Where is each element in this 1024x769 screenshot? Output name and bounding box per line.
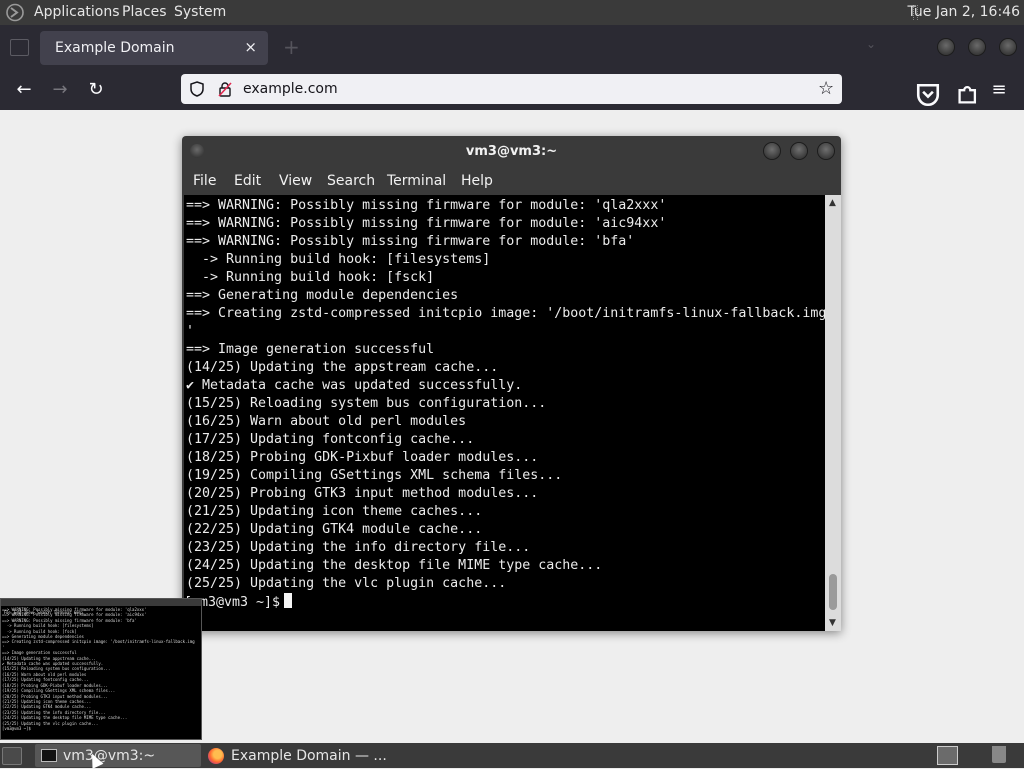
url-bar[interactable]: ☆ — [181, 74, 842, 104]
terminal-line: (16/25) Warn about old perl modules — [186, 414, 467, 429]
tab-close-icon[interactable]: × — [244, 38, 257, 56]
terminal-maximize-button[interactable] — [791, 143, 807, 159]
terminal-line: ==> WARNING: Possibly missing firmware f… — [186, 198, 667, 213]
close-window-button[interactable] — [1000, 39, 1016, 55]
terminal-line: (18/25) Probing GDK-Pixbuf loader module… — [186, 450, 539, 465]
tab-title: Example Domain — [55, 40, 175, 56]
taskbar-item-label: vm3@vm3:~ — [63, 748, 156, 764]
thumbnail-output: ==> WARNING: Possibly missing firmware f… — [2, 607, 195, 731]
terminal-line: ✔ Metadata cache was updated successfull… — [186, 378, 523, 393]
not-secure-lock-icon[interactable] — [218, 81, 232, 97]
browser-tab-bar: Example Domain × + ⌄ — [0, 25, 1024, 70]
back-icon[interactable]: ← — [11, 77, 37, 103]
browser-nav-bar: ← → ↻ ☆ ≡ — [0, 70, 1024, 110]
terminal-line: ==> WARNING: Possibly missing firmware f… — [186, 216, 667, 231]
url-input[interactable] — [243, 78, 783, 100]
bottom-taskbar: vm3@vm3:~ Example Domain — ... — [0, 743, 1024, 769]
terminal-line: (23/25) Updating the info directory file… — [186, 540, 531, 555]
scrollbar-thumb[interactable] — [829, 574, 837, 610]
menu-file[interactable]: File — [193, 173, 216, 189]
terminal-line: (25/25) Updating the vlc plugin cache... — [186, 576, 507, 591]
scroll-down-icon[interactable]: ▼ — [829, 618, 836, 628]
terminal-line: (20/25) Probing GTK3 input method module… — [186, 486, 539, 501]
terminal-line: (21/25) Updating icon theme caches... — [186, 504, 483, 519]
window-preview-thumbnail[interactable]: File Edit View Search Terminal Help ==> WARNI… — [0, 598, 202, 740]
list-all-tabs-icon[interactable]: ⌄ — [866, 37, 876, 51]
terminal-cursor — [284, 593, 293, 608]
thumbnail-menubar: File Edit View Search Terminal Help — [1, 599, 201, 615]
distro-logo-icon[interactable] — [5, 3, 25, 22]
maximize-window-button[interactable] — [969, 39, 985, 55]
menu-terminal[interactable]: Terminal — [387, 173, 446, 189]
thumbnail-line: ==> Creating zstd-compressed initcpio im… — [2, 639, 195, 645]
terminal-minimize-button[interactable] — [764, 143, 780, 159]
bookmark-star-icon[interactable]: ☆ — [818, 78, 834, 99]
terminal-output: ==> WARNING: Possibly missing firmware f… — [186, 197, 825, 593]
terminal-menubar: File Edit View Search Terminal Help — [182, 167, 841, 195]
terminal-close-button[interactable] — [818, 143, 834, 159]
forward-icon[interactable]: → — [47, 77, 73, 103]
app-menu-icon[interactable]: ≡ — [986, 77, 1012, 103]
tab-example-domain[interactable]: Example Domain × — [40, 31, 268, 65]
shield-icon[interactable] — [190, 81, 204, 97]
terminal-screen[interactable]: ==> WARNING: Possibly missing firmware f… — [184, 195, 825, 631]
firefox-icon — [208, 748, 224, 764]
tab-overview-icon[interactable] — [10, 39, 29, 56]
terminal-line: (24/25) Updating the desktop file MIME t… — [186, 558, 603, 573]
show-desktop-icon[interactable] — [2, 747, 22, 765]
menu-help[interactable]: Help — [461, 173, 493, 189]
terminal-line: (22/25) Updating GTK4 module cache... — [186, 522, 483, 537]
taskbar-item-label: Example Domain — ... — [231, 748, 387, 764]
minimize-window-button[interactable] — [938, 39, 954, 55]
extensions-icon[interactable] — [955, 81, 981, 107]
terminal-icon — [41, 749, 57, 762]
new-tab-icon[interactable]: + — [283, 35, 300, 59]
menu-search[interactable]: Search — [327, 173, 375, 189]
system-menu[interactable]: System — [174, 4, 226, 20]
terminal-line: -> Running build hook: [filesystems] — [186, 252, 491, 267]
clock[interactable]: Tue Jan 2, 16:46 — [907, 4, 1020, 20]
terminal-line: ==> Image generation successful — [186, 342, 435, 357]
menu-edit[interactable]: Edit — [234, 173, 261, 189]
terminal-line: (19/25) Compiling GSettings XML schema f… — [186, 468, 563, 483]
terminal-line: (14/25) Updating the appstream cache... — [186, 360, 499, 375]
terminal-line: ==> Generating module dependencies — [186, 288, 459, 303]
trash-icon[interactable] — [992, 746, 1006, 763]
top-panel: Applications Places System Tue Jan 2, 16… — [0, 0, 1024, 25]
applications-menu[interactable]: Applications — [34, 4, 120, 20]
terminal-line: (17/25) Updating fontconfig cache... — [186, 432, 475, 447]
reload-icon[interactable]: ↻ — [83, 77, 109, 103]
scroll-up-icon[interactable]: ▲ — [829, 198, 836, 208]
terminal-title: vm3@vm3:~ — [465, 144, 558, 159]
terminal-line: (15/25) Reloading system bus configurati… — [186, 396, 547, 411]
terminal-line: ==> Creating zstd-compressed initcpio im… — [186, 306, 825, 321]
places-menu[interactable]: Places — [122, 4, 167, 20]
taskbar-item-terminal[interactable]: vm3@vm3:~ — [35, 744, 201, 767]
terminal-line: ==> WARNING: Possibly missing firmware f… — [186, 234, 635, 249]
pocket-icon[interactable] — [915, 82, 941, 108]
taskbar-item-firefox[interactable]: Example Domain — ... — [201, 744, 387, 767]
workspace-switcher[interactable] — [937, 746, 958, 765]
thumbnail-prompt: [vm3@vm3 ~]$ — [2, 725, 31, 731]
terminal-scrollbar[interactable]: ▲ ▼ — [825, 195, 841, 631]
terminal-line: -> Running build hook: [fsck] — [186, 270, 435, 285]
terminal-line: ' — [186, 324, 195, 339]
terminal-prompt-line[interactable]: [vm3@vm3 ~]$ — [184, 593, 824, 611]
terminal-titlebar[interactable]: vm3@vm3:~ — [182, 136, 841, 167]
menu-view[interactable]: View — [279, 173, 312, 189]
terminal-window[interactable]: vm3@vm3:~ File Edit View Search Terminal… — [182, 136, 841, 631]
